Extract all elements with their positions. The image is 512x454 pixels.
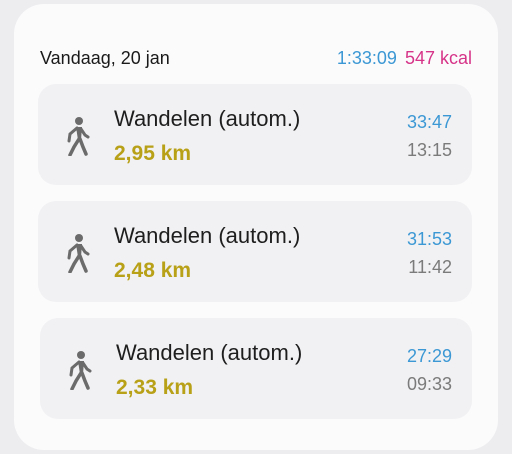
activity-duration: 31:53 xyxy=(406,229,452,249)
day-header: Vandaag, 20 jan 1:33:09 547 kcal xyxy=(40,46,472,70)
walking-icon xyxy=(64,233,90,274)
activity-distance: 2,33 km xyxy=(116,376,194,399)
walking-icon xyxy=(64,116,90,157)
total-kcal: 547 kcal xyxy=(404,48,472,68)
activity-card[interactable]: Wandelen (autom.) 2,33 km 27:29 09:33 xyxy=(40,318,472,419)
activity-distance: 2,95 km xyxy=(114,142,192,165)
activity-title: Wandelen (autom.) xyxy=(114,223,301,248)
activity-card[interactable]: Wandelen (autom.) 2,95 km 33:47 13:15 xyxy=(38,84,472,185)
date-label: Vandaag, 20 jan xyxy=(40,48,170,68)
activity-card[interactable]: Wandelen (autom.) 2,48 km 31:53 11:42 xyxy=(38,201,472,302)
activity-time: 11:42 xyxy=(408,257,452,277)
activity-distance: 2,48 km xyxy=(114,259,192,282)
day-totals: 1:33:09 547 kcal xyxy=(337,46,472,70)
activity-title: Wandelen (autom.) xyxy=(116,340,303,365)
activity-duration: 33:47 xyxy=(406,112,452,132)
activity-duration: 27:29 xyxy=(406,346,452,366)
walking-icon xyxy=(66,350,92,391)
total-duration: 1:33:09 xyxy=(336,48,397,68)
activity-title: Wandelen (autom.) xyxy=(114,106,301,131)
activity-time: 13:15 xyxy=(406,140,452,160)
activity-time: 09:33 xyxy=(406,374,452,394)
